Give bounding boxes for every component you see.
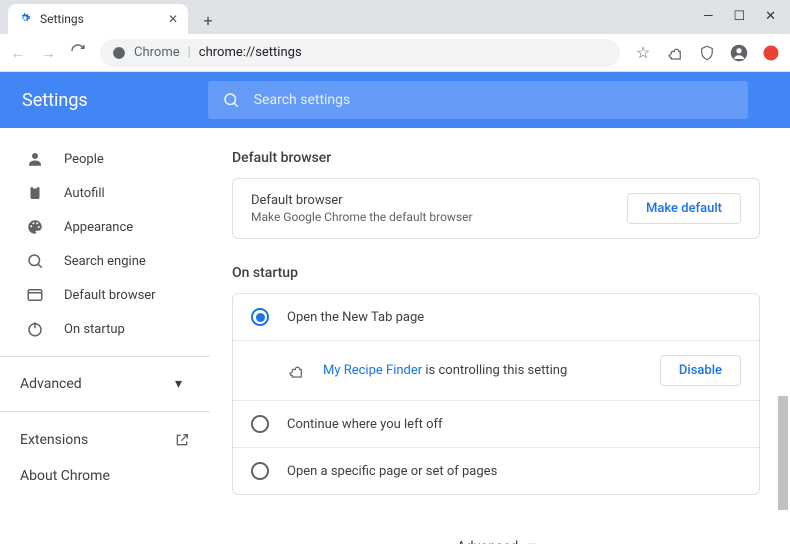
star-icon[interactable]: ☆ <box>634 44 652 62</box>
sidebar-item-on-startup[interactable]: On startup <box>0 312 210 346</box>
startup-option-specific-page[interactable]: Open a specific page or set of pages <box>233 447 759 494</box>
advanced-label: Advanced <box>457 539 519 544</box>
window-controls: — ☐ ✕ <box>703 9 790 34</box>
option-label: Continue where you left off <box>287 417 741 432</box>
minimize-icon[interactable]: — <box>703 9 713 24</box>
sidebar-extensions[interactable]: Extensions <box>0 422 210 458</box>
sidebar-item-label: Default browser <box>64 288 156 303</box>
chevron-down-icon: ▾ <box>175 376 182 392</box>
default-browser-row: Default browser Make Google Chrome the d… <box>233 179 759 238</box>
info-icon <box>112 46 126 60</box>
row-title: Default browser <box>251 193 609 208</box>
sidebar-item-label: Advanced <box>20 376 82 392</box>
option-label: Open a specific page or set of pages <box>287 464 741 479</box>
omnibox-url: chrome://settings <box>199 45 302 60</box>
startup-option-continue[interactable]: Continue where you left off <box>233 400 759 447</box>
controlling-text: is controlling this setting <box>422 363 567 378</box>
sidebar-item-label: Extensions <box>20 432 88 448</box>
radio-icon <box>251 415 269 433</box>
sidebar-item-appearance[interactable]: Appearance <box>0 210 210 244</box>
sidebar-item-autofill[interactable]: Autofill <box>0 176 210 210</box>
profile-icon[interactable] <box>730 44 748 62</box>
address-bar[interactable]: Chrome | chrome://settings <box>100 39 620 67</box>
person-icon <box>26 150 44 168</box>
new-tab-button[interactable]: + <box>194 6 222 34</box>
radio-icon <box>251 308 269 326</box>
divider <box>0 411 210 412</box>
section-heading-on-startup: On startup <box>232 265 760 281</box>
divider <box>0 356 210 357</box>
sidebar-item-label: Search engine <box>64 254 146 269</box>
alert-icon[interactable] <box>762 44 780 62</box>
sidebar-item-label: On startup <box>64 322 125 337</box>
option-label: Open the New Tab page <box>287 310 741 325</box>
browser-tab[interactable]: Settings ✕ <box>8 4 188 34</box>
my-recipe-finder-icon <box>287 362 305 380</box>
extension-icon[interactable] <box>666 44 684 62</box>
section-heading-default-browser: Default browser <box>232 150 760 166</box>
chevron-down-icon: ▾ <box>528 539 535 544</box>
back-button[interactable]: ← <box>10 43 26 63</box>
browser-toolbar: ← → Chrome | chrome://settings ☆ <box>0 34 790 72</box>
power-icon <box>26 320 44 338</box>
forward-button[interactable]: → <box>40 43 56 63</box>
extension-name-link[interactable]: My Recipe Finder <box>323 363 422 378</box>
sidebar-item-label: Appearance <box>64 220 133 235</box>
search-icon <box>26 252 44 270</box>
omnibox-origin: Chrome <box>134 45 180 60</box>
disable-button[interactable]: Disable <box>660 355 741 386</box>
make-default-button[interactable]: Make default <box>627 193 741 224</box>
sidebar-advanced[interactable]: Advanced ▾ <box>0 367 210 401</box>
close-tab-icon[interactable]: ✕ <box>168 12 178 26</box>
sidebar-item-label: People <box>64 152 104 167</box>
default-browser-card: Default browser Make Google Chrome the d… <box>232 178 760 239</box>
extension-controlling-row: My Recipe Finder is controlling this set… <box>233 340 759 400</box>
palette-icon <box>26 218 44 236</box>
external-link-icon <box>174 432 190 448</box>
browser-title-bar: Settings ✕ + — ☐ ✕ <box>0 0 790 34</box>
page-title: Settings <box>22 90 88 111</box>
sidebar-item-people[interactable]: People <box>0 142 210 176</box>
sidebar: People Autofill Appearance Search engine… <box>0 128 210 544</box>
radio-icon <box>251 462 269 480</box>
settings-header: Settings Search settings <box>0 72 790 128</box>
sidebar-item-search-engine[interactable]: Search engine <box>0 244 210 278</box>
maximize-icon[interactable]: ☐ <box>733 9 745 24</box>
row-subtitle: Make Google Chrome the default browser <box>251 210 609 224</box>
main-content: Default browser Default browser Make Goo… <box>210 128 790 544</box>
close-window-icon[interactable]: ✕ <box>765 9 776 24</box>
browser-icon <box>26 286 44 304</box>
on-startup-card: Open the New Tab page My Recipe Finder i… <box>232 293 760 495</box>
tab-title: Settings <box>40 12 84 26</box>
sidebar-item-label: Autofill <box>64 186 105 201</box>
toolbar-actions: ☆ <box>634 44 780 62</box>
advanced-expand[interactable]: Advanced ▾ <box>232 521 760 544</box>
search-placeholder: Search settings <box>254 92 351 108</box>
startup-option-new-tab[interactable]: Open the New Tab page <box>233 294 759 340</box>
search-icon <box>222 91 240 109</box>
sidebar-about-chrome[interactable]: About Chrome <box>0 458 210 494</box>
clipboard-icon <box>26 184 44 202</box>
gear-icon <box>18 11 32 28</box>
search-input[interactable]: Search settings <box>208 81 748 119</box>
shield-icon[interactable] <box>698 44 716 62</box>
scrollbar-thumb[interactable] <box>778 396 788 510</box>
sidebar-item-default-browser[interactable]: Default browser <box>0 278 210 312</box>
scrollbar[interactable] <box>777 128 789 539</box>
reload-button[interactable] <box>70 43 86 63</box>
sidebar-item-label: About Chrome <box>20 468 110 484</box>
